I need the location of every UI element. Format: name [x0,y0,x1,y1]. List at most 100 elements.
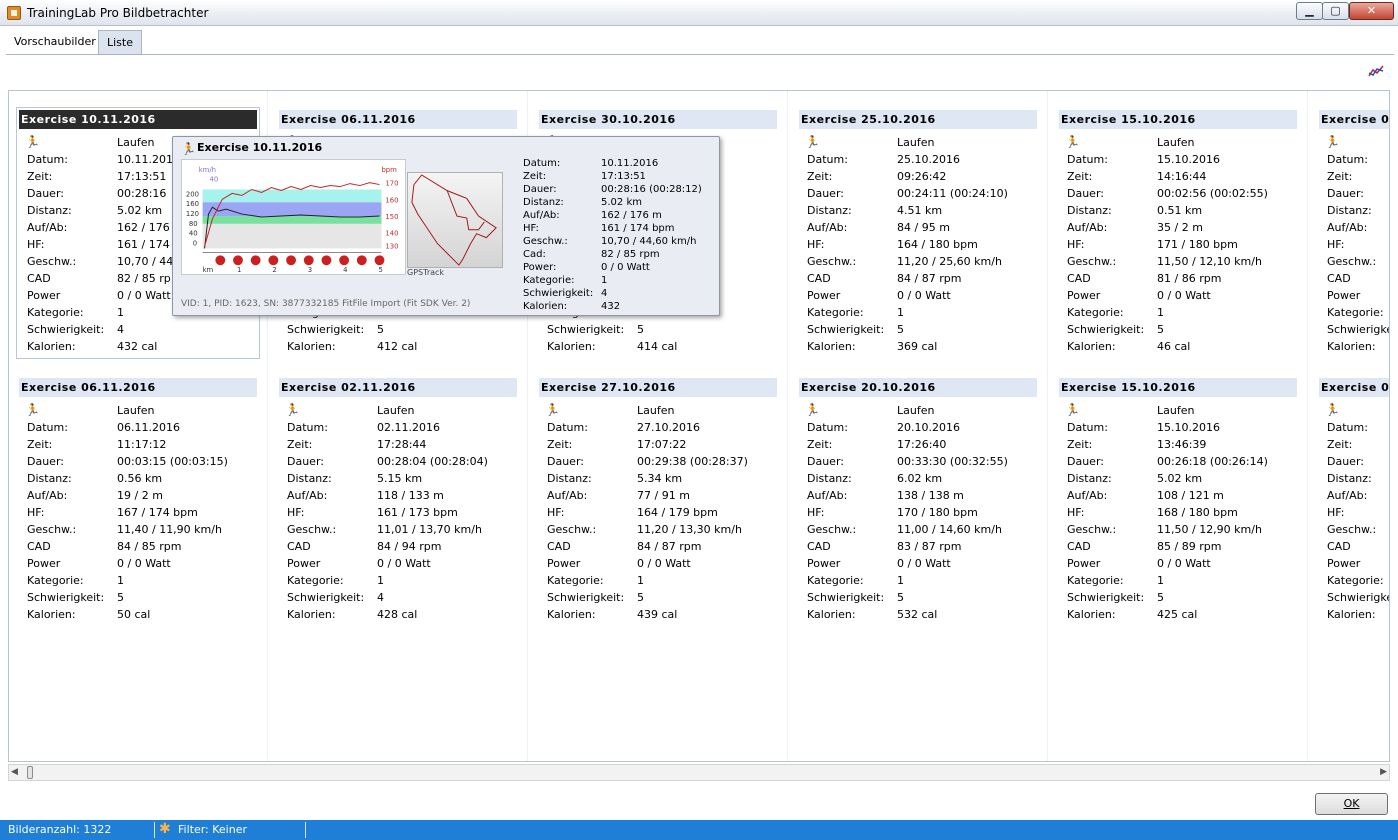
card-field-value: 6.02 km [897,472,943,485]
card-title: Exercise 27.10.2016 [539,378,777,397]
card-field-label: Zeit: [1327,170,1353,183]
card-title: Exercise 0 [1319,110,1389,129]
chart-band-blue [202,202,382,217]
tooltip-field-label: Cad: [523,249,546,260]
card-field-label: Geschw.: [27,523,77,536]
card-field-row: Distanz: 0.56 km [27,472,267,489]
card-field-value: 00:26:18 (00:26:14) [1157,455,1268,468]
exercise-card[interactable]: Exercise 06.11.2016 🏃 Laufen Datum: 06.11.20… [9,359,269,627]
card-field-value: 118 / 133 m [377,489,444,502]
card-field-row: HF: 164 / 179 bpm [547,506,787,523]
filter-icon[interactable]: ✱ [159,822,173,836]
card-field-label: HF: [1067,506,1085,519]
lap-marker [303,255,314,266]
exercise-card[interactable]: Exercise 0 🏃 Datum: Zeit: Dauer: Distanz: Auf/… [1309,359,1389,627]
tooltip-field-value: 432 [601,301,621,312]
card-field-row: Schwierigkeit: [1327,591,1389,608]
card-field-label: Kategorie: [27,306,84,319]
filter-status[interactable]: Filter: Keiner [178,823,247,836]
card-sport: Laufen [637,404,675,417]
card-field-label: Kalorien: [807,340,856,353]
scroll-left-arrow[interactable]: ◀ [11,767,18,777]
tab-divider [6,54,1394,55]
card-field-value: 11,20 / 13,30 km/h [637,523,742,536]
card-field-label: Distanz: [1067,472,1112,485]
card-field-value: 11,00 / 14,60 km/h [897,523,1002,536]
exercise-card[interactable]: Exercise 20.10.2016 🏃 Laufen Datum: 20.10.20… [789,359,1049,627]
card-field-value: 369 cal [897,340,938,353]
exercise-card[interactable]: Exercise 15.10.2016 🏃 Laufen Datum: 15.10.20… [1049,91,1309,359]
card-field-label: Geschw.: [807,523,857,536]
card-field-label: Kategorie: [547,574,604,587]
card-field-label: Kalorien: [1327,608,1376,621]
lap-marker [374,255,385,266]
card-field-label: Schwierigkeit: [1067,591,1145,604]
card-field-row: Distanz: 6.02 km [807,472,1047,489]
card-field-label: Schwierigkeit: [547,323,625,336]
card-field-label: Zeit: [807,170,833,183]
card-field-value: 35 / 2 m [1157,221,1203,234]
title-bar: TrainingLab Pro Bildbetrachter ▁ ▢ ✕ [0,0,1398,26]
card-field-row: Distanz: 5.02 km [1067,472,1307,489]
card-field-label: Dauer: [27,455,64,468]
card-field-value: 14:16:44 [1157,170,1207,183]
exercise-card[interactable]: Exercise 15.10.2016 🏃 Laufen Datum: 15.10.20… [1049,359,1309,627]
card-field-label: Schwierigkeit: [807,323,885,336]
card-field-label: Schwierigkeit: [287,323,365,336]
exercise-card[interactable]: Exercise 02.11.2016 🏃 Laufen Datum: 02.11.20… [269,359,529,627]
chart-right-tick: 150 [385,213,398,221]
tooltip-field-label: Dauer: [523,184,557,195]
card-field-label: Geschw.: [1327,255,1377,268]
card-field-value: 1 [1157,306,1164,319]
tooltip-field-value: 1 [601,275,608,286]
card-field-value: 412 cal [377,340,418,353]
card-field-value: 138 / 138 m [897,489,964,502]
close-button[interactable]: ✕ [1349,2,1394,20]
card-field-value: 81 / 86 rpm [1157,272,1222,285]
scroll-right-arrow[interactable]: ▶ [1380,767,1387,777]
runner-icon: 🏃 [25,135,40,149]
card-field-row: Geschw.: 11,20 / 25,60 km/h [807,255,1047,272]
chart-toggle-icon[interactable] [1368,64,1384,78]
minimize-button[interactable]: ▁ [1296,2,1323,20]
tooltip-field-value: 4 [601,288,608,299]
card-field-label: Schwierigkeit: [1327,323,1389,336]
card-field-value: 00:33:30 (00:32:55) [897,455,1008,468]
card-field-label: CAD [547,540,571,553]
exercise-card[interactable]: Exercise 25.10.2016 🏃 Laufen Datum: 25.10.20… [789,91,1049,359]
tooltip-field-label: Zeit: [523,171,547,182]
tab-liste[interactable]: Liste [98,30,142,54]
card-field-row: Kategorie: 1 [807,306,1047,323]
card-field-label: Kalorien: [807,608,856,621]
tab-vorschaubilder[interactable]: Vorschaubilder [6,30,104,54]
card-field-value: 5 [897,323,904,336]
card-field-row: Datum: 20.10.2016 [807,421,1047,438]
card-field-row: Dauer: [1327,455,1389,472]
lap-marker [339,255,350,266]
card-field-row: Kategorie: 1 [807,574,1047,591]
card-field-row: Kategorie: [1327,306,1389,323]
card-field-row: Kalorien: 369 cal [807,340,1047,357]
card-field-value: 432 cal [117,340,158,353]
tooltip-field-label: Auf/Ab: [523,210,560,221]
card-field-row: Kalorien: [1327,340,1389,357]
maximize-button[interactable]: ▢ [1322,2,1349,20]
card-field-row: Kategorie: 1 [1067,574,1307,591]
card-field-row: Schwierigkeit: [1327,323,1389,340]
card-sport: Laufen [1157,136,1195,149]
card-field-row: Auf/Ab: 108 / 121 m [1067,489,1307,506]
card-title: Exercise 20.10.2016 [799,378,1037,397]
card-field-label: Zeit: [1327,438,1353,451]
exercise-card[interactable]: Exercise 0 🏃 Datum: Zeit: Dauer: Distanz: Auf/… [1309,91,1389,359]
card-field-label: Dauer: [807,455,844,468]
card-field-label: CAD [287,540,311,553]
ok-button[interactable]: OK [1315,793,1388,815]
card-field-label: Power [287,557,321,570]
card-field-value: 13:46:39 [1157,438,1207,451]
card-field-value: 0 / 0 Watt [637,557,691,570]
scroll-thumb[interactable] [27,766,33,779]
exercise-card[interactable]: Exercise 27.10.2016 🏃 Laufen Datum: 27.10.20… [529,359,789,627]
card-field-row: Dauer: 00:33:30 (00:32:55) [807,455,1047,472]
horizontal-scrollbar[interactable]: ◀ ▶ [8,764,1390,781]
card-field-value: 428 cal [377,608,418,621]
